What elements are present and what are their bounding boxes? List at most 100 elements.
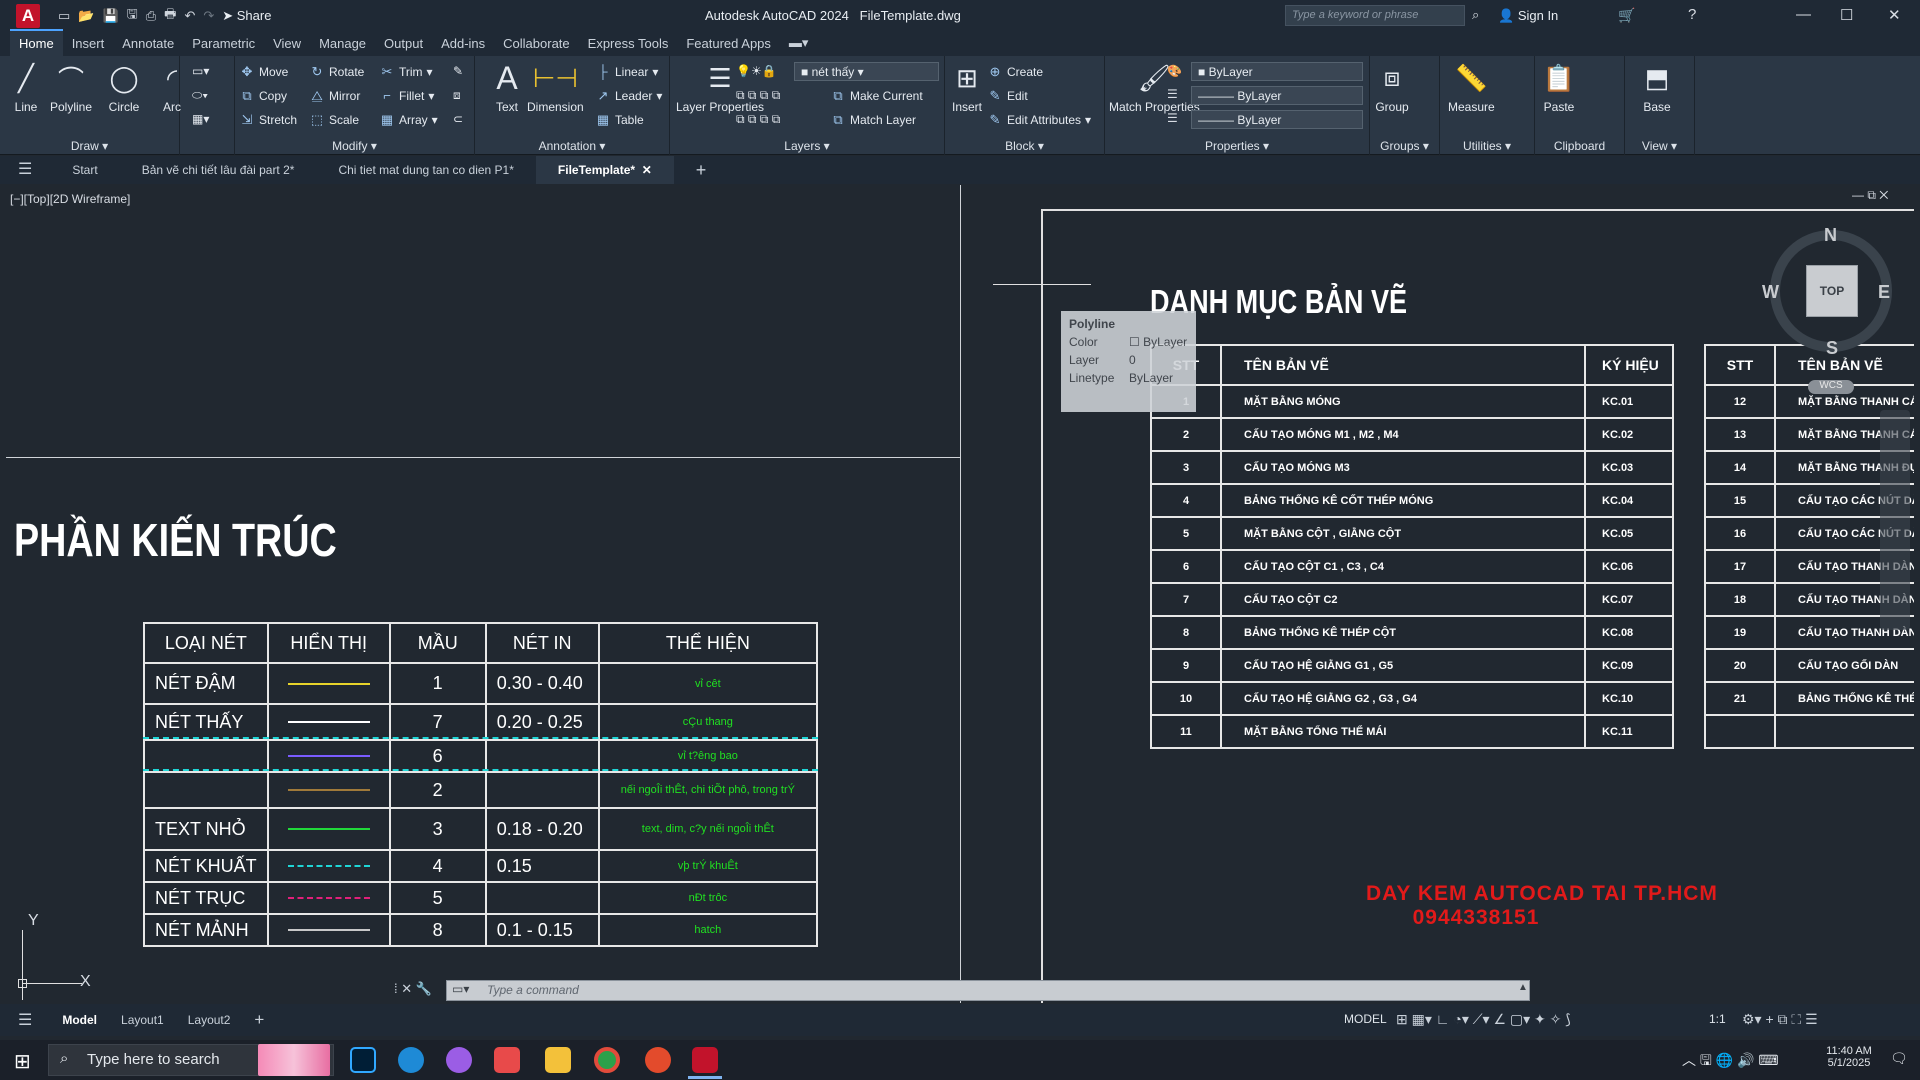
file-explorer-icon[interactable]: [545, 1047, 571, 1073]
new-tab-icon[interactable]: +: [674, 156, 729, 184]
compass-south[interactable]: S: [1826, 338, 1838, 359]
status-tools[interactable]: ⚙▾ + ⧉ ⛶ ☰: [1742, 1011, 1818, 1028]
ellipse-icon[interactable]: ⬭▾: [192, 88, 208, 103]
layer-tools-icons-2[interactable]: ⧉ ⧉ ⧉ ⧉: [736, 112, 780, 127]
command-line-expand-icon[interactable]: ▲: [1518, 982, 1528, 993]
command-line-history-icon[interactable]: ▭▾: [452, 982, 469, 996]
polyline-button[interactable]: ⌒ Polyline: [50, 60, 92, 115]
autocad-taskbar-icon[interactable]: [692, 1047, 718, 1073]
drafting-toggles[interactable]: ⊞ ▦▾ ∟ ◔▾ ⟋▾ ∠ ▢▾ ✦ ✧ ⟆: [1396, 1011, 1571, 1028]
share-button[interactable]: ➤ Share: [222, 8, 271, 24]
erase-icon[interactable]: ✎: [453, 64, 463, 78]
close-tab-icon[interactable]: ✕: [642, 163, 652, 177]
groups-panel-title[interactable]: Groups ▾: [1370, 139, 1439, 153]
scale-button[interactable]: ⬚ Scale: [309, 112, 359, 128]
drawing-canvas[interactable]: [−][Top][2D Wireframe] — ⧉ ✕ PHẦN KIẾN T…: [6, 185, 1914, 1003]
offset-icon[interactable]: ⊂: [453, 112, 463, 126]
layers-panel-title[interactable]: Layers ▾: [670, 139, 944, 153]
layout-tab-1[interactable]: Layout1: [109, 1013, 176, 1027]
annotation-panel-title[interactable]: Annotation ▾: [475, 139, 669, 153]
command-line-close-icon[interactable]: ⁞ ✕ 🔧: [394, 981, 432, 997]
hatch-icon[interactable]: ▦▾: [192, 112, 209, 126]
close-window-button[interactable]: ✕: [1888, 6, 1901, 24]
table-button[interactable]: ▦ Table: [595, 112, 644, 128]
doc-tab-start[interactable]: Start: [50, 156, 119, 184]
lineweight-dropdown[interactable]: ——— ByLayer: [1191, 86, 1363, 105]
copilot-icon[interactable]: [446, 1047, 472, 1073]
redo-icon[interactable]: ↷: [203, 8, 214, 24]
rectangle-icon[interactable]: ▭▾: [192, 64, 209, 78]
group-button[interactable]: ⧈ Group: [1374, 60, 1410, 114]
help-search-input[interactable]: Type a keyword or phrase: [1285, 5, 1465, 26]
color-dropdown[interactable]: ■ ByLayer: [1191, 62, 1363, 81]
create-block-button[interactable]: ⊕ Create: [987, 64, 1043, 80]
dimension-button[interactable]: ⊢⊣ Dimension: [527, 60, 584, 115]
array-button[interactable]: ▦ Array ▾: [379, 112, 438, 128]
search-icon[interactable]: ⌕: [1472, 7, 1479, 23]
rotate-button[interactable]: ↻ Rotate: [309, 64, 365, 80]
edit-block-button[interactable]: ✎ Edit: [987, 88, 1028, 104]
layer-state-icons[interactable]: 💡☀🔒: [736, 64, 777, 78]
insert-button[interactable]: ⊞ Insert: [949, 60, 985, 115]
text-button[interactable]: A Text: [489, 60, 525, 115]
taskbar-clock[interactable]: 11:40 AM 5/1/2025: [1818, 1045, 1880, 1069]
match-properties-button[interactable]: 🖌 Match Properties: [1109, 60, 1200, 115]
navigation-bar[interactable]: [1880, 410, 1910, 630]
system-tray-icons[interactable]: ︿ 🖫 🌐 🔊 ⌨: [1682, 1050, 1779, 1074]
tab-featured-apps[interactable]: Featured Apps: [677, 31, 780, 56]
edit-attributes-button[interactable]: ✎ Edit Attributes ▾: [987, 112, 1092, 128]
compass-west[interactable]: W: [1762, 282, 1779, 303]
notification-icon[interactable]: 🗨: [1890, 1050, 1908, 1067]
chrome-icon[interactable]: [594, 1047, 620, 1073]
annotation-scale[interactable]: 1:1: [1709, 1012, 1726, 1026]
properties-panel-title[interactable]: Properties ▾: [1105, 139, 1369, 153]
sign-in-button[interactable]: 👤 Sign In: [1498, 8, 1558, 24]
doc-tab-active[interactable]: FileTemplate* ✕: [535, 156, 674, 184]
new-icon[interactable]: ▭: [58, 8, 70, 24]
layout-tab-2[interactable]: Layout2: [176, 1013, 243, 1027]
block-panel-title[interactable]: Block ▾: [945, 139, 1104, 153]
open-icon[interactable]: 📂: [78, 8, 94, 24]
tab-parametric[interactable]: Parametric: [183, 31, 264, 56]
menu-icon[interactable]: ☰: [0, 156, 50, 184]
publish-icon[interactable]: ⎙: [146, 8, 156, 24]
layer-dropdown[interactable]: ■ nét thấy ▾: [794, 62, 939, 81]
tab-collaborate[interactable]: Collaborate: [494, 31, 579, 56]
tab-annotate[interactable]: Annotate: [113, 31, 183, 56]
plot-icon[interactable]: 🖶: [164, 5, 176, 27]
viewport-controls[interactable]: [−][Top][2D Wireframe]: [10, 192, 130, 206]
tab-manage[interactable]: Manage: [310, 31, 375, 56]
paste-button[interactable]: 📋 Paste: [1541, 60, 1577, 115]
make-current-button[interactable]: ⧉ Make Current: [830, 88, 922, 104]
draw-panel-title[interactable]: Draw ▾: [0, 139, 179, 153]
explode-icon[interactable]: ⧈: [453, 88, 461, 103]
wcs-menu[interactable]: WCS: [1808, 380, 1854, 394]
tab-home[interactable]: Home: [10, 29, 63, 56]
cart-icon[interactable]: 🛒: [1618, 7, 1635, 24]
add-layout-icon[interactable]: +: [242, 1010, 276, 1030]
layer-tools-icons-1[interactable]: ⧉ ⧉ ⧉ ⧉: [736, 88, 780, 103]
save-icon[interactable]: 💾: [102, 8, 118, 24]
minimize-button[interactable]: —: [1796, 6, 1811, 23]
help-icon[interactable]: ?: [1688, 6, 1696, 23]
base-button[interactable]: ⬒ Base: [1639, 60, 1675, 115]
command-line-input[interactable]: Type a command: [446, 980, 1530, 1001]
stretch-button[interactable]: ⇲ Stretch: [239, 112, 297, 128]
maximize-button[interactable]: ☐: [1840, 6, 1853, 24]
move-button[interactable]: ✥ Move: [239, 64, 289, 80]
leader-button[interactable]: ↗ Leader ▾: [595, 88, 663, 104]
tab-output[interactable]: Output: [375, 31, 432, 56]
windows-start-icon[interactable]: ⊞: [14, 1049, 31, 1074]
wps-icon[interactable]: [645, 1047, 671, 1073]
trim-button[interactable]: ✂ Trim ▾: [379, 64, 433, 80]
undo-icon[interactable]: ↶: [184, 8, 195, 24]
photoshop-icon[interactable]: [350, 1047, 376, 1073]
viewcube-top[interactable]: TOP: [1806, 265, 1858, 317]
fillet-button[interactable]: ⌐ Fillet ▾: [379, 88, 434, 103]
measure-button[interactable]: 📏 Measure: [1448, 60, 1495, 115]
app-icon[interactable]: [494, 1047, 520, 1073]
tab-insert[interactable]: Insert: [63, 31, 114, 56]
model-space-toggle[interactable]: MODEL: [1344, 1012, 1387, 1026]
compass-north[interactable]: N: [1824, 225, 1837, 246]
linear-button[interactable]: ├ Linear ▾: [595, 64, 658, 79]
